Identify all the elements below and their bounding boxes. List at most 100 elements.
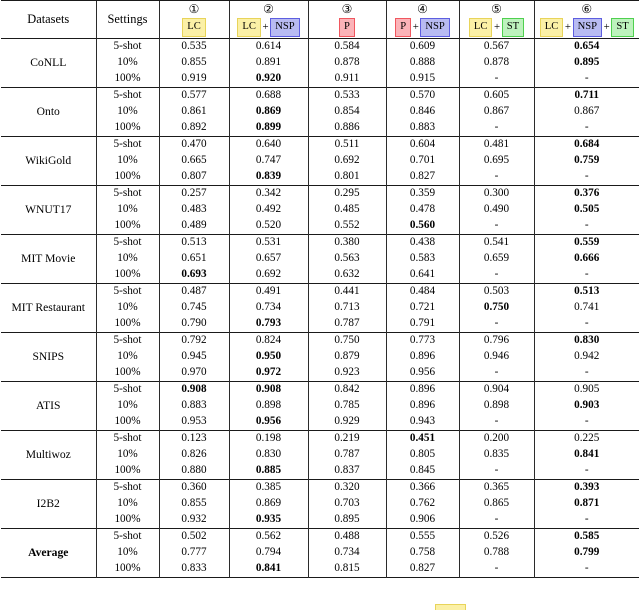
method-number-3: ③ [307, 0, 386, 17]
value-cell: - [458, 316, 534, 333]
value-cell: 0.470 [158, 136, 229, 153]
value-cell: 0.898 [458, 398, 534, 414]
table-row: 100% 0.919 0.920 0.911 0.915- - [1, 71, 639, 88]
value-cell: 0.854 [307, 104, 386, 120]
value-cell: - [458, 414, 534, 431]
method-badges-4: P + NSP [385, 17, 459, 39]
dataset-name-cell: SNIPS [1, 332, 96, 382]
table-row: 10% 0.483 0.492 0.485 0.478 0.490 0.505 [1, 202, 639, 218]
value-cell: 0.888 [385, 55, 459, 71]
value-cell: 0.790 [158, 316, 229, 333]
value-cell: 0.503 [458, 283, 534, 300]
value-cell: 0.791 [385, 316, 459, 333]
setting-cell: 10% [95, 398, 159, 414]
setting-cell: 10% [95, 545, 159, 561]
value-cell: 0.481 [458, 136, 534, 153]
table-row: 10% 0.855 0.891 0.878 0.888 0.878 0.895 [1, 55, 639, 71]
table-row: 10% 0.651 0.657 0.563 0.583 0.659 0.666 [1, 251, 639, 267]
setting-cell: 5-shot [95, 479, 159, 496]
value-cell: 0.360 [158, 479, 229, 496]
value-cell: 0.895 [307, 512, 386, 529]
setting-cell: 100% [95, 365, 159, 382]
value-cell: 0.485 [307, 202, 386, 218]
value-cell: 0.200 [458, 430, 534, 447]
value-cell: 0.896 [385, 349, 459, 365]
value-cell: 0.750 [458, 300, 534, 316]
badge-lc: LC [539, 18, 564, 37]
value-cell: 0.792 [158, 332, 229, 349]
value-cell: 0.502 [158, 528, 229, 545]
value-cell: 0.541 [458, 234, 534, 251]
value-cell: 0.879 [307, 349, 386, 365]
value-cell: 0.583 [385, 251, 459, 267]
value-cell: - [533, 169, 639, 186]
value-cell: 0.845 [385, 463, 459, 480]
value-cell: 0.693 [158, 267, 229, 284]
method-badges-6: LC + NSP + ST [533, 17, 639, 39]
dataset-name-cell: I2B2 [1, 479, 96, 529]
value-cell: 0.805 [385, 447, 459, 463]
setting-cell: 5-shot [95, 87, 159, 104]
table-row: 100% 0.489 0.520 0.552 0.560- - [1, 218, 639, 235]
value-cell: 0.695 [458, 153, 534, 169]
value-cell: 0.793 [228, 316, 308, 333]
plus-sign: + [603, 21, 610, 34]
rule-segment [1, 577, 96, 578]
value-cell: 0.365 [458, 479, 534, 496]
value-cell: 0.376 [533, 185, 639, 202]
badge-nsp: NSP [572, 18, 603, 37]
value-cell: 0.654 [533, 38, 639, 55]
value-cell: 0.257 [158, 185, 229, 202]
value-cell: 0.787 [307, 447, 386, 463]
setting-cell: 100% [95, 414, 159, 431]
setting-cell: 10% [95, 104, 159, 120]
value-cell: 0.562 [228, 528, 308, 545]
table-row: 10% 0.745 0.734 0.713 0.721 0.750 0.741 [1, 300, 639, 316]
value-cell: 0.892 [158, 120, 229, 137]
value-cell: - [533, 365, 639, 382]
rule-segment [159, 577, 229, 578]
value-cell: 0.478 [385, 202, 459, 218]
method-badges-3: P [307, 17, 386, 39]
badge-lc: LC [468, 18, 493, 37]
plus-sign: + [494, 21, 501, 34]
results-table-figure: Datasets Settings ① ② ③ ④ ⑤ ⑥ LC LC + NSP … [0, 0, 640, 610]
value-cell: - [458, 463, 534, 480]
table-bottom-rule [1, 577, 639, 578]
clipped-caption-badge-fragment [435, 604, 466, 610]
value-cell: 0.883 [158, 398, 229, 414]
value-cell: 0.484 [385, 283, 459, 300]
value-cell: - [533, 316, 639, 333]
table-row: 100% 0.807 0.839 0.801 0.827- - [1, 169, 639, 186]
value-cell: 0.861 [158, 104, 229, 120]
dataset-name-cell: Average [1, 528, 96, 578]
value-cell: 0.734 [228, 300, 308, 316]
value-cell: 0.123 [158, 430, 229, 447]
dataset-name-cell: WikiGold [1, 136, 96, 186]
value-cell: 0.441 [307, 283, 386, 300]
value-cell: 0.684 [533, 136, 639, 153]
table-row: 10% 0.861 0.869 0.854 0.846 0.867 0.867 [1, 104, 639, 120]
value-cell: 0.520 [228, 218, 308, 235]
value-cell: 0.896 [385, 381, 459, 398]
value-cell: 0.794 [228, 545, 308, 561]
setting-cell: 100% [95, 463, 159, 480]
value-cell: 0.526 [458, 528, 534, 545]
table-row: SNIPS 5-shot 0.792 0.824 0.750 0.773 0.796 0.83… [1, 332, 639, 382]
value-cell: 0.750 [307, 332, 386, 349]
method-badges-5: LC + ST [458, 17, 534, 39]
value-cell: 0.827 [385, 561, 459, 578]
value-cell: 0.366 [385, 479, 459, 496]
value-cell: 0.942 [533, 349, 639, 365]
table-row: 100% 0.880 0.885 0.837 0.845- - [1, 463, 639, 480]
value-cell: 0.300 [458, 185, 534, 202]
value-cell: 0.935 [228, 512, 308, 529]
value-cell: 0.801 [307, 169, 386, 186]
value-cell: 0.905 [533, 381, 639, 398]
dataset-name-cell: WNUT17 [1, 185, 96, 235]
value-cell: 0.867 [533, 104, 639, 120]
value-cell: 0.657 [228, 251, 308, 267]
table-row: WikiGold 5-shot 0.470 0.640 0.511 0.604 0.481 0… [1, 136, 639, 186]
value-cell: 0.906 [385, 512, 459, 529]
table-row: 10% 0.665 0.747 0.692 0.701 0.695 0.759 [1, 153, 639, 169]
